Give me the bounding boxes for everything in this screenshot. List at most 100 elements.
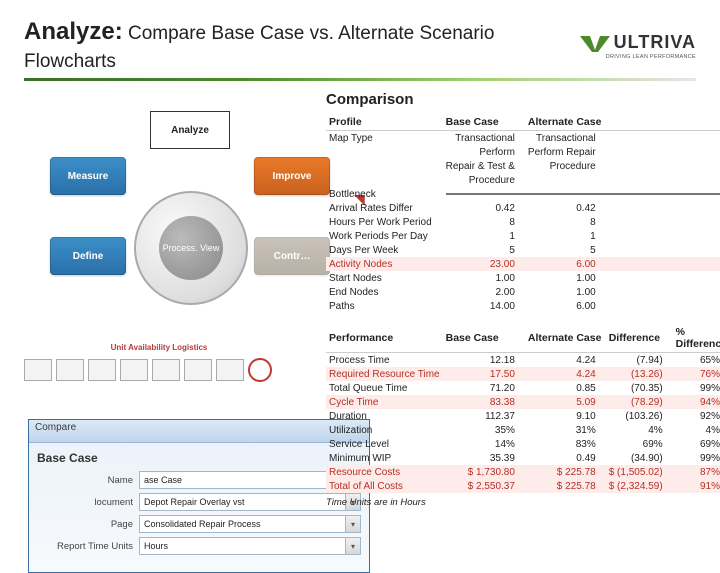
row-alt: 5 — [525, 243, 606, 257]
perf-th-alt: Alternate Case — [525, 324, 606, 353]
row-alt: 4.24 — [525, 367, 606, 381]
logo-tagline: DRIVING LEAN PERFORMANCE — [606, 54, 696, 60]
table-row: Total of All Costs$ 2,550.37$ 225.78$ (2… — [326, 479, 720, 493]
row-alt: 0.85 — [525, 381, 606, 395]
row-label: Service Level — [326, 437, 443, 451]
row-alt: 6.00 — [525, 257, 606, 271]
row-base: 8 — [443, 215, 525, 229]
title-row: Analyze: Compare Base Case vs. Alternate… — [24, 18, 696, 81]
row-label: Utilization — [326, 423, 443, 437]
row-label: Activity Nodes — [326, 257, 443, 271]
table-row: Activity Nodes23.006.00 — [326, 257, 720, 271]
fc-node — [56, 359, 84, 381]
perf-th-diff: Difference — [606, 324, 673, 353]
row-label: Total of All Costs — [326, 479, 443, 493]
units-value: Hours — [144, 541, 168, 551]
perf-alt-1: Perform Repair — [525, 145, 606, 159]
row-base: 112.37 — [443, 409, 525, 423]
row-alt: 4.24 — [525, 353, 606, 368]
analyze-box: Analyze — [150, 111, 230, 149]
chevron-down-icon[interactable]: ▾ — [345, 538, 360, 554]
row-base: 23.00 — [443, 257, 525, 271]
document-value: Depot Repair Overlay vst — [144, 497, 245, 507]
row-pct: 92% — [673, 409, 720, 423]
profile-table: Profile Base Case Alternate Case Map Typ… — [326, 114, 720, 493]
row-alt: 9.10 — [525, 409, 606, 423]
row-alt: 0.42 — [525, 201, 606, 215]
fc-node — [216, 359, 244, 381]
row-alt: 6.00 — [525, 299, 606, 313]
row-label: Duration — [326, 409, 443, 423]
row-label: Total Queue Time — [326, 381, 443, 395]
row-alt: 1 — [525, 229, 606, 243]
table-row: Total Queue Time71.200.85(70.35)99% — [326, 381, 720, 395]
row-base: 12.18 — [443, 353, 525, 368]
fc-node — [88, 359, 116, 381]
measure-label: Measure — [68, 171, 109, 182]
define-label: Define — [73, 251, 104, 262]
dmaic-diagram: Analyze Measure Improve Define Contr… Pr… — [44, 111, 344, 311]
comparison-footnote: Time Units are in Hours — [326, 497, 696, 508]
fc-node — [152, 359, 180, 381]
row-diff: (7.94) — [606, 353, 673, 368]
row-alt: 31% — [525, 423, 606, 437]
row-diff: (13.26) — [606, 367, 673, 381]
table-row: Cycle Time83.385.09(78.29)94% — [326, 395, 720, 409]
comparison-heading: Comparison — [326, 91, 696, 108]
comparison-panel: Comparison Profile Base Case Alternate C… — [326, 91, 696, 508]
perf-alt-3 — [525, 173, 606, 187]
perf-base-3: Procedure — [443, 173, 525, 187]
process-view-inner: Process. View — [159, 216, 223, 280]
row-base: $ 1,730.80 — [443, 465, 525, 479]
chevron-down-icon[interactable]: ▾ — [345, 516, 360, 532]
profile-th-alt: Alternate Case — [525, 114, 606, 131]
row-alt: 1.00 — [525, 285, 606, 299]
row-label: Minimum WIP — [326, 451, 443, 465]
table-row: Days Per Week55 — [326, 243, 720, 257]
row-alt: 1.00 — [525, 271, 606, 285]
page-value: Consolidated Repair Process — [144, 519, 261, 529]
table-row: Required Resource Time17.504.24(13.26)76… — [326, 367, 720, 381]
name-label: Name — [37, 475, 133, 486]
control-label: Contr… — [274, 251, 311, 262]
fc-end-icon — [248, 358, 272, 382]
row-diff: (34.90) — [606, 451, 673, 465]
define-button: Define — [50, 237, 126, 275]
row-base: $ 2,550.37 — [443, 479, 525, 493]
bottleneck-label: Bottleneck — [326, 187, 443, 201]
row-label: Arrival Rates Differ — [326, 201, 443, 215]
row-base: 35% — [443, 423, 525, 437]
row-base: 1.00 — [443, 271, 525, 285]
row-base: 83.38 — [443, 395, 525, 409]
title-strong: Analyze: — [24, 18, 123, 45]
dialog-section: Base Case — [37, 451, 361, 465]
row-diff: $ (1,505.02) — [606, 465, 673, 479]
table-row: Hours Per Work Period88 — [326, 215, 720, 229]
control-button: Contr… — [254, 237, 330, 275]
name-value: ase Case — [144, 475, 182, 485]
row-diff: (103.26) — [606, 409, 673, 423]
page-label: Page — [37, 519, 133, 530]
document-label: locument — [37, 497, 133, 508]
row-pct: 91% — [673, 479, 720, 493]
analyze-label: Analyze — [171, 125, 209, 136]
row-alt: 0.49 — [525, 451, 606, 465]
table-row: Work Periods Per Day11 — [326, 229, 720, 243]
row-pct: 99% — [673, 451, 720, 465]
form-row-name: Name ase Case▾ — [37, 471, 361, 489]
profile-th: Profile — [326, 114, 443, 131]
row-diff: 69% — [606, 437, 673, 451]
row-alt: $ 225.78 — [525, 479, 606, 493]
row-label: Work Periods Per Day — [326, 229, 443, 243]
page-field[interactable]: Consolidated Repair Process ▾ — [139, 515, 361, 533]
fc-node — [24, 359, 52, 381]
maptype-alt: Transactional — [525, 131, 606, 146]
row-pct: 94% — [673, 395, 720, 409]
process-view-label: Process. View — [163, 243, 220, 253]
form-row-page: Page Consolidated Repair Process ▾ — [37, 515, 361, 533]
flowchart-strip: Unit Availability Logistics — [24, 343, 294, 423]
perf-alt-2: Procedure — [525, 159, 606, 173]
brand-logo: ULTRIVA DRIVING LEAN PERFORMANCE — [578, 32, 696, 60]
row-label: End Nodes — [326, 285, 443, 299]
row-base: 1 — [443, 229, 525, 243]
